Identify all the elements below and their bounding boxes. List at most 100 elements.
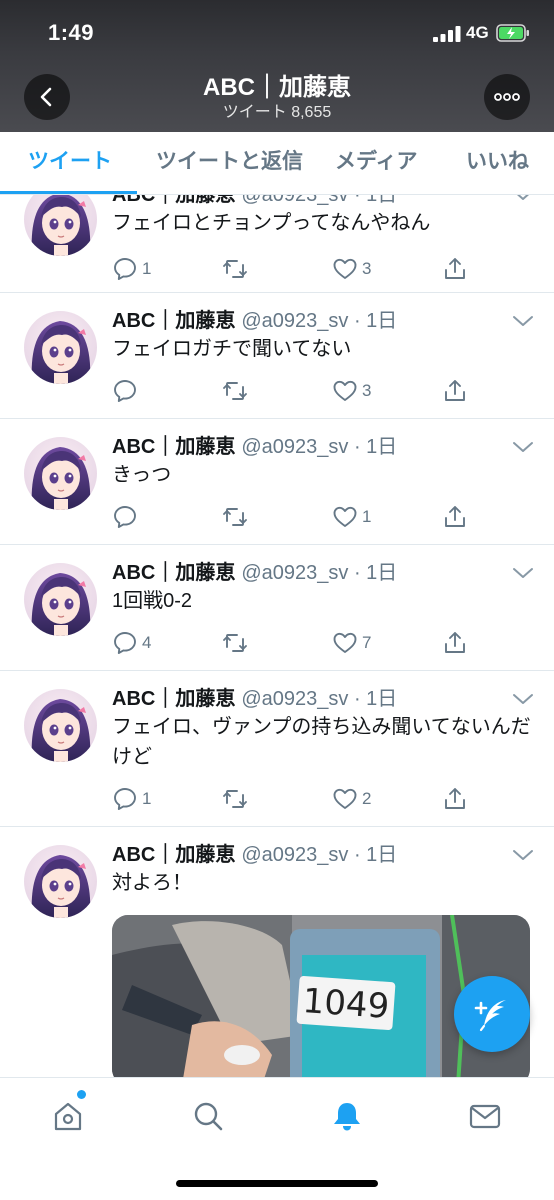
avatar[interactable] <box>24 563 97 636</box>
back-button[interactable] <box>24 74 70 120</box>
signal-strength-icon <box>433 26 461 42</box>
nav-notifications[interactable] <box>327 1096 367 1136</box>
tab-media[interactable]: メディア <box>335 132 418 194</box>
like-button[interactable]: 2 <box>332 785 371 813</box>
like-button[interactable]: 3 <box>332 377 371 405</box>
tweet-text: フェイロ、ヴァンプの持ち込み聞いてないんだけど <box>112 716 531 768</box>
profile-tabs: ツイート ツイートと返信 メディア いいね <box>0 132 554 195</box>
tweet-time: 1日 <box>366 562 398 584</box>
like-count: 3 <box>362 259 372 278</box>
chevron-down-icon[interactable] <box>512 195 534 202</box>
retweet-button[interactable] <box>222 629 248 657</box>
network-type: 4G <box>466 23 489 42</box>
like-count: 1 <box>362 507 372 526</box>
tweet-author-name[interactable]: ABC｜加藤恵 <box>112 310 235 332</box>
reply-button[interactable]: 1 <box>112 255 151 283</box>
tweet-author-name[interactable]: ABC｜加藤恵 <box>112 195 235 206</box>
more-options-button[interactable] <box>484 74 530 120</box>
avatar[interactable] <box>24 845 97 918</box>
media-card-number: 1049 <box>301 981 390 1027</box>
retweet-button[interactable] <box>222 785 248 813</box>
nav-search[interactable] <box>188 1096 228 1136</box>
share-button[interactable] <box>442 255 468 283</box>
tweet-author-handle: @a0923_sv <box>241 310 349 332</box>
nav-home[interactable] <box>48 1096 88 1136</box>
tweet-time: 1日 <box>366 310 398 332</box>
status-bar: 1:49 4G <box>0 0 554 66</box>
retweet-icon <box>222 378 248 404</box>
profile-name-title: ABC｜加藤恵 <box>203 74 351 101</box>
tweet-header: ABC｜加藤恵 @a0923_sv · 1日 <box>112 844 398 866</box>
tweet-text: フェイロとチョンプってなんやねん <box>112 212 431 234</box>
tweet-item[interactable]: ABC｜加藤恵 @a0923_sv · 1日 フェイロとチョンプってなんやねん 1… <box>0 195 554 293</box>
share-button[interactable] <box>442 377 468 405</box>
tab-likes[interactable]: いいね <box>466 132 529 194</box>
reply-count: 1 <box>142 789 152 808</box>
chevron-down-icon[interactable] <box>512 692 534 706</box>
reply-button[interactable]: 1 <box>112 785 151 813</box>
avatar[interactable] <box>24 311 97 384</box>
tweet-item[interactable]: ABC｜加藤恵 @a0923_sv · 1日 フェイロ、ヴァンプの持ち込み聞いてな… <box>0 671 554 827</box>
reply-icon <box>112 786 138 812</box>
compose-tweet-button[interactable] <box>454 976 530 1052</box>
more-dots-icon <box>494 93 520 101</box>
tweet-author-handle: @a0923_sv <box>241 195 349 206</box>
like-count: 2 <box>362 789 372 808</box>
share-button[interactable] <box>442 503 468 531</box>
retweet-button[interactable] <box>222 377 248 405</box>
share-icon <box>442 378 468 404</box>
tweet-author-name[interactable]: ABC｜加藤恵 <box>112 436 235 458</box>
tweet-time: 1日 <box>366 195 398 206</box>
tweet-author-name[interactable]: ABC｜加藤恵 <box>112 844 235 866</box>
chevron-down-icon[interactable] <box>512 314 534 328</box>
notifications-bell-icon <box>334 1103 360 1131</box>
battery-charging-icon <box>496 24 529 42</box>
tweet-author-name[interactable]: ABC｜加藤恵 <box>112 562 235 584</box>
chevron-down-icon[interactable] <box>512 440 534 454</box>
tweet-actions: 3 <box>112 377 532 405</box>
tab-tweets[interactable]: ツイート <box>28 132 112 194</box>
tweet-text: きっつ <box>112 464 172 486</box>
tweet-count: ツイート 8,655 <box>222 104 332 121</box>
avatar[interactable] <box>24 437 97 510</box>
retweet-icon <box>222 786 248 812</box>
reply-icon <box>112 630 138 656</box>
share-button[interactable] <box>442 629 468 657</box>
tweet-text: 対よろ！ <box>112 872 192 894</box>
retweet-button[interactable] <box>222 503 248 531</box>
reply-button[interactable]: 4 <box>112 629 151 657</box>
chevron-down-icon[interactable] <box>512 566 534 580</box>
tweet-author-handle: @a0923_sv <box>241 844 349 866</box>
retweet-button[interactable] <box>222 255 248 283</box>
tweet-actions: 1 2 <box>112 785 532 813</box>
avatar[interactable] <box>24 195 97 256</box>
like-button[interactable]: 1 <box>332 503 371 531</box>
like-button[interactable]: 7 <box>332 629 371 657</box>
chevron-down-icon[interactable] <box>512 848 534 862</box>
like-button[interactable]: 3 <box>332 255 371 283</box>
avatar[interactable] <box>24 689 97 762</box>
nav-messages[interactable] <box>465 1096 505 1136</box>
tweet-item[interactable]: ABC｜加藤恵 @a0923_sv · 1日 フェイロガチで聞いてない 3 <box>0 293 554 419</box>
reply-button[interactable] <box>112 503 142 531</box>
tweet-header: ABC｜加藤恵 @a0923_sv · 1日 <box>112 562 398 584</box>
tab-tweets-and-replies[interactable]: ツイートと返信 <box>156 132 303 194</box>
home-indicator-bar[interactable] <box>176 1180 378 1187</box>
active-tab-indicator <box>0 191 137 194</box>
heart-icon <box>332 378 358 404</box>
tweet-feed[interactable]: ABC｜加藤恵 @a0923_sv · 1日 フェイロとチョンプってなんやねん 1… <box>0 195 554 1077</box>
reply-count: 4 <box>142 633 152 652</box>
share-icon <box>442 786 468 812</box>
heart-icon <box>332 504 358 530</box>
tweet-text: 1回戦0-2 <box>112 590 193 612</box>
search-icon <box>194 1102 223 1131</box>
reply-button[interactable] <box>112 377 142 405</box>
share-icon <box>442 256 468 282</box>
tweet-actions: 1 3 <box>112 255 532 283</box>
tweet-item[interactable]: ABC｜加藤恵 @a0923_sv · 1日 きっつ 1 <box>0 419 554 545</box>
share-button[interactable] <box>442 785 468 813</box>
reply-icon <box>112 256 138 282</box>
home-notification-dot <box>77 1090 86 1099</box>
tweet-item[interactable]: ABC｜加藤恵 @a0923_sv · 1日 1回戦0-2 4 7 <box>0 545 554 671</box>
tweet-author-name[interactable]: ABC｜加藤恵 <box>112 688 235 710</box>
